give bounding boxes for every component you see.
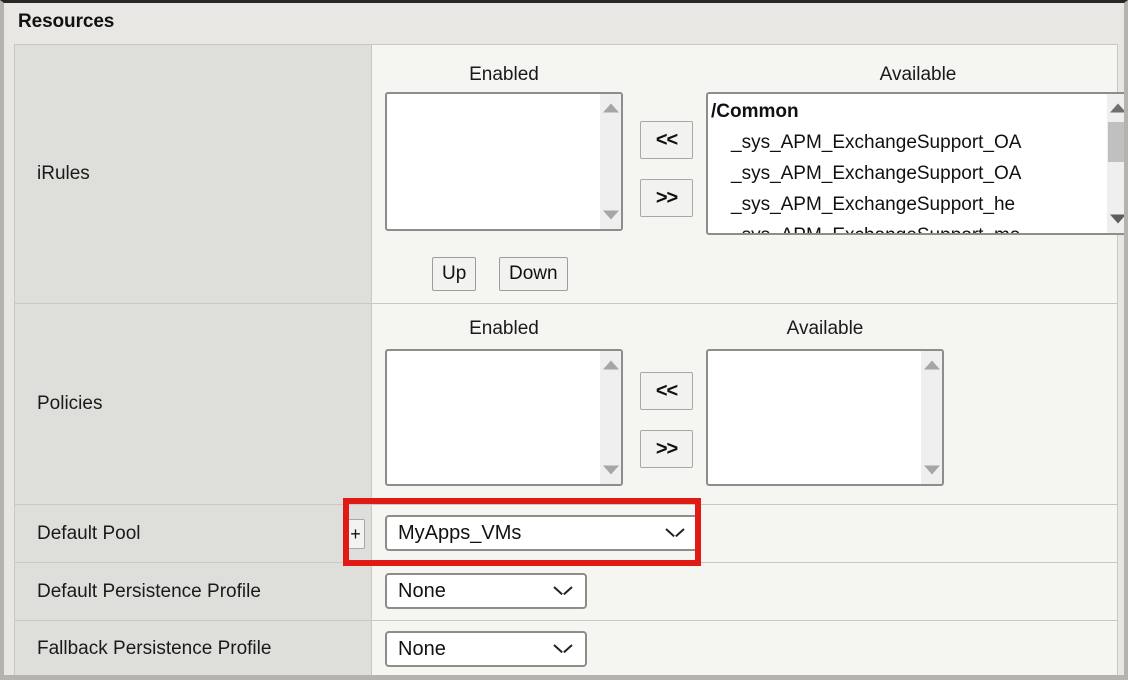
- irules-label: iRules: [37, 163, 90, 184]
- policies-available-scrollbar[interactable]: [921, 351, 942, 484]
- row-value-default-pool: MyApps_VMs: [371, 504, 1118, 563]
- policies-dual-list: Enabled << >> Available: [372, 304, 1117, 504]
- table-row-default-pool: Default Pool + MyApps_VMs: [14, 504, 1118, 563]
- row-label-default-persistence: Default Persistence Profile: [14, 562, 372, 621]
- fallback-persistence-select[interactable]: None: [385, 631, 587, 667]
- scroll-down-arrow-icon[interactable]: [600, 460, 621, 480]
- panel-header: Resources: [4, 3, 1124, 44]
- irules-available-items: /Common _sys_APM_ExchangeSupport_OA _sys…: [708, 94, 1107, 233]
- fallback-persistence-control: None: [372, 621, 1117, 675]
- list-item[interactable]: _sys_APM_ExchangeSupport_OA: [708, 127, 1107, 158]
- row-value-default-persistence: None: [371, 562, 1118, 621]
- row-value-policies: Enabled << >> Available: [371, 303, 1118, 505]
- irules-up-button[interactable]: Up: [432, 257, 477, 291]
- policies-available-listbox[interactable]: [706, 349, 944, 486]
- irules-enabled-items: [387, 94, 600, 229]
- resources-panel-window: Resources iRules Enabled << >> Available…: [0, 0, 1128, 680]
- page-title: Resources: [18, 11, 115, 32]
- scroll-up-arrow-icon[interactable]: [600, 98, 621, 118]
- chevron-down-icon: [555, 644, 571, 654]
- scroll-down-arrow-icon[interactable]: [921, 460, 942, 480]
- policies-label: Policies: [37, 393, 103, 414]
- scroll-down-arrow-icon[interactable]: [1107, 209, 1124, 229]
- row-label-policies: Policies: [14, 303, 372, 505]
- default-persistence-select-value: None: [398, 580, 446, 602]
- table-row-fallback-persistence: Fallback Persistence Profile None: [14, 620, 1118, 675]
- table-row-default-persistence: Default Persistence Profile None: [14, 562, 1118, 621]
- irules-available-listbox[interactable]: /Common _sys_APM_ExchangeSupport_OA _sys…: [706, 92, 1124, 235]
- row-value-fallback-persistence: None: [371, 620, 1118, 675]
- table-row-irules: iRules Enabled << >> Available /Common _…: [14, 44, 1124, 304]
- policies-move-right-button[interactable]: >>: [640, 430, 693, 468]
- scroll-up-arrow-icon[interactable]: [1107, 98, 1124, 118]
- scroll-down-arrow-icon[interactable]: [600, 205, 621, 225]
- chevron-down-icon: [555, 586, 571, 596]
- table-row-policies: Policies Enabled << >> Available: [14, 303, 1118, 505]
- policies-move-left-button[interactable]: <<: [640, 372, 693, 410]
- default-persistence-select[interactable]: None: [385, 573, 587, 609]
- scrollbar-thumb[interactable]: [1108, 122, 1124, 162]
- fallback-persistence-select-value: None: [398, 638, 446, 660]
- irules-down-button[interactable]: Down: [499, 257, 568, 291]
- irules-move-left-button[interactable]: <<: [640, 121, 693, 159]
- chevron-down-icon: [667, 528, 683, 538]
- irules-enabled-listbox[interactable]: [385, 92, 623, 231]
- policies-enabled-title: Enabled: [469, 318, 539, 339]
- scroll-up-arrow-icon[interactable]: [600, 355, 621, 375]
- irules-available-title: Available: [879, 64, 957, 85]
- list-item[interactable]: _sys_APM_ExchangeSupport_he: [708, 189, 1107, 220]
- add-pool-button[interactable]: +: [346, 518, 365, 549]
- irules-dual-list: Enabled << >> Available /Common _sys_APM…: [372, 45, 1124, 303]
- resources-table: iRules Enabled << >> Available /Common _…: [14, 44, 1124, 675]
- row-label-fallback-persistence: Fallback Persistence Profile: [14, 620, 372, 675]
- fallback-persistence-label: Fallback Persistence Profile: [37, 638, 272, 659]
- irules-enabled-title: Enabled: [469, 64, 539, 85]
- list-item[interactable]: _sys_APM_ExchangeSupport_OA: [708, 158, 1107, 189]
- policies-available-title: Available: [786, 318, 864, 339]
- irules-enabled-scrollbar[interactable]: [600, 94, 621, 229]
- list-item[interactable]: _sys_APM_ExchangeSupport_ma: [708, 220, 1107, 233]
- policies-enabled-items: [387, 351, 600, 484]
- default-persistence-control: None: [372, 563, 1117, 620]
- policies-enabled-scrollbar[interactable]: [600, 351, 621, 484]
- row-value-irules: Enabled << >> Available /Common _sys_APM…: [371, 44, 1124, 304]
- scroll-up-arrow-icon[interactable]: [921, 355, 942, 375]
- irules-move-right-button[interactable]: >>: [640, 179, 693, 217]
- default-pool-select[interactable]: MyApps_VMs: [385, 515, 699, 551]
- policies-enabled-listbox[interactable]: [385, 349, 623, 486]
- default-pool-label: Default Pool: [37, 522, 141, 544]
- policies-available-items: [708, 351, 921, 484]
- default-pool-select-value: MyApps_VMs: [398, 522, 522, 544]
- row-label-default-pool: Default Pool +: [14, 504, 372, 563]
- row-label-irules: iRules: [14, 44, 372, 304]
- default-persistence-label: Default Persistence Profile: [37, 580, 261, 602]
- default-pool-control: MyApps_VMs: [372, 505, 1117, 562]
- list-item[interactable]: /Common: [708, 96, 1107, 127]
- irules-available-scrollbar[interactable]: [1107, 94, 1124, 233]
